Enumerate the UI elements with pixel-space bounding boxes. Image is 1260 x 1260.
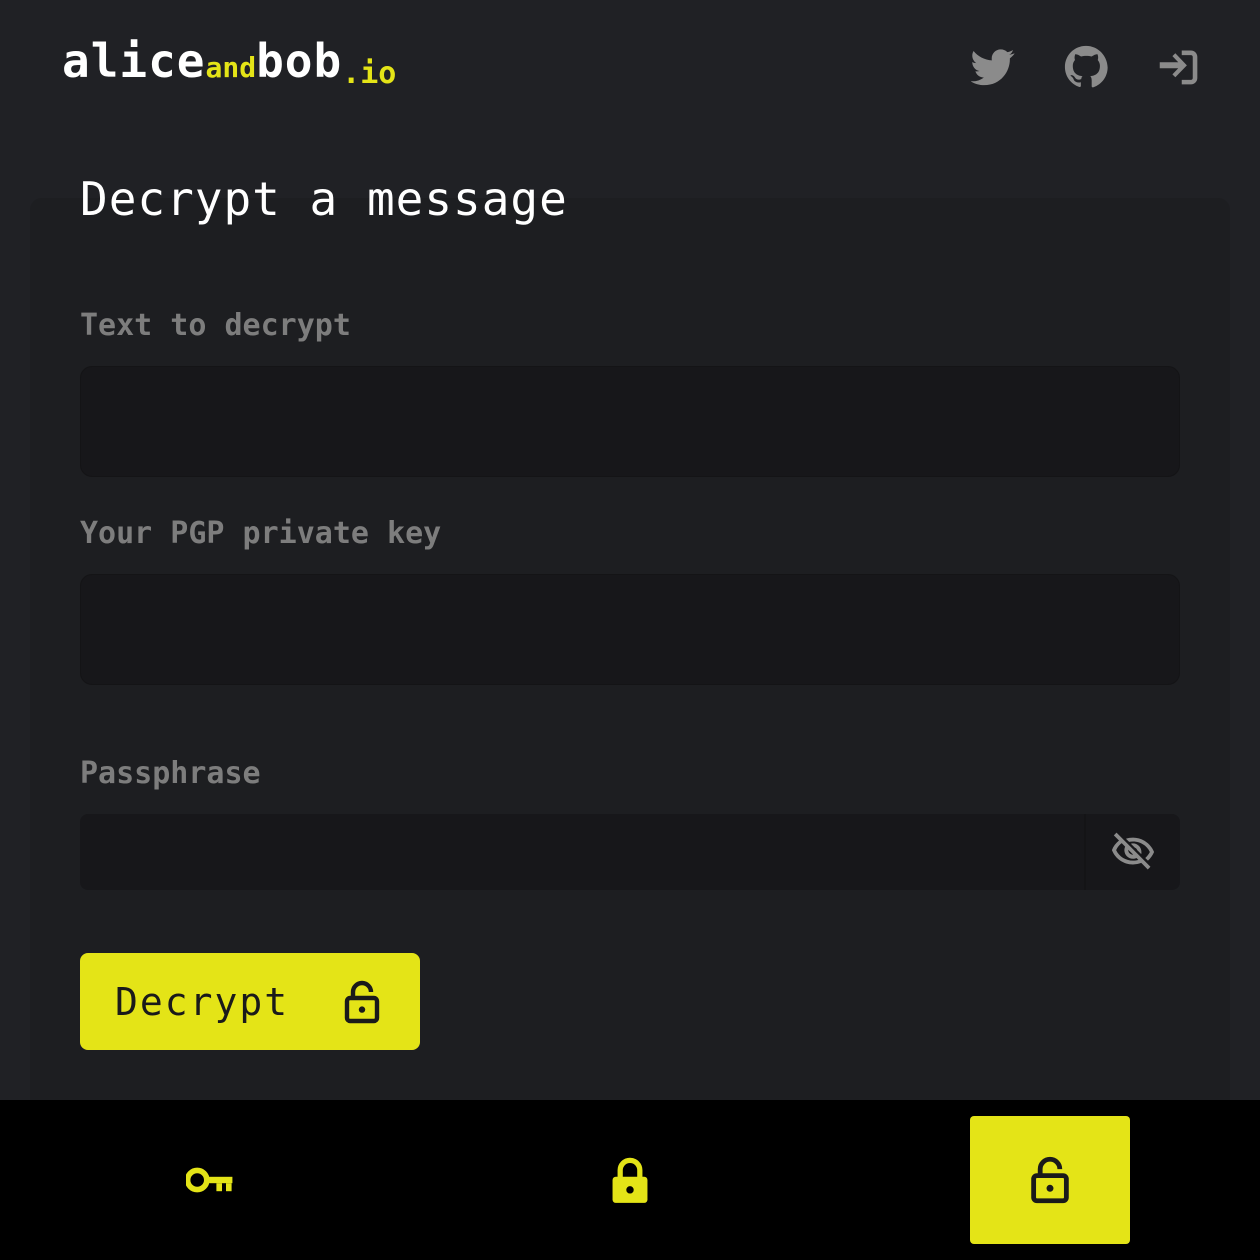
logo[interactable]: alice and bob .io (62, 34, 397, 91)
private-key-label: Your PGP private key (80, 516, 442, 551)
text-to-decrypt-label: Text to decrypt (80, 308, 351, 343)
passphrase-label: Passphrase (80, 756, 261, 791)
toggle-visibility-button[interactable] (1084, 814, 1180, 890)
tab-encrypt[interactable] (550, 1116, 710, 1244)
logo-io: .io (342, 56, 397, 91)
bottom-nav (0, 1100, 1260, 1260)
tab-keys[interactable] (130, 1116, 290, 1244)
decrypt-button-label: Decrypt (115, 979, 290, 1024)
unlock-icon (1031, 1156, 1069, 1204)
unlock-icon (344, 980, 380, 1023)
logo-and: and (205, 51, 257, 84)
logo-alice: alice (62, 34, 206, 88)
page: alice and bob .io Decrypt a message Text… (0, 0, 1260, 1260)
passphrase-field (80, 814, 1180, 890)
page-title: Decrypt a message (80, 172, 568, 226)
passphrase-input[interactable] (80, 814, 1084, 890)
sign-in-icon[interactable] (1156, 44, 1202, 90)
tab-decrypt[interactable] (970, 1116, 1130, 1244)
github-icon[interactable] (1063, 44, 1109, 90)
header-nav (970, 44, 1202, 90)
logo-bob: bob (256, 34, 343, 88)
private-key-input[interactable] (80, 574, 1180, 685)
header: alice and bob .io (0, 0, 1260, 130)
twitter-icon[interactable] (970, 44, 1016, 90)
eye-slash-icon (1111, 832, 1155, 870)
text-to-decrypt-input[interactable] (80, 366, 1180, 477)
decrypt-button[interactable]: Decrypt (80, 953, 420, 1050)
lock-icon (612, 1157, 648, 1203)
key-icon (186, 1167, 233, 1193)
